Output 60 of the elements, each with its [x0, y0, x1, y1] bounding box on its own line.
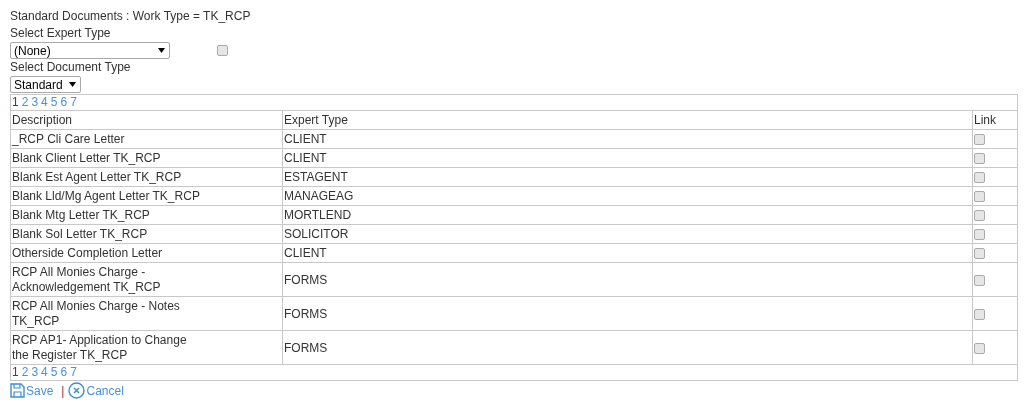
table-cell: Blank Lld/Mg Agent Letter TK_RCP	[11, 187, 283, 206]
table-cell: Otherside Completion Letter	[11, 244, 283, 263]
table-cell: RCP All Monies Charge - Notes TK_RCP	[11, 297, 283, 331]
page-link[interactable]: 7	[70, 95, 77, 109]
table-cell: FORMS	[283, 331, 973, 364]
cancel-icon	[68, 382, 86, 399]
page-link[interactable]: 4	[41, 95, 48, 109]
table-cell: ESTAGENT	[283, 168, 973, 187]
table-cell: FORMS	[283, 297, 973, 331]
table-cell: FORMS	[283, 263, 973, 297]
save-icon	[10, 383, 25, 398]
page-link[interactable]: 1	[12, 365, 19, 379]
cancel-button[interactable]: Cancel	[68, 382, 124, 399]
column-header: Expert Type	[283, 111, 973, 130]
link-checkbox[interactable]	[974, 210, 985, 221]
table-cell: CLIENT	[283, 244, 973, 263]
table-cell: CLIENT	[283, 130, 973, 149]
link-checkbox[interactable]	[974, 191, 985, 202]
page-link[interactable]: 6	[60, 365, 68, 379]
link-checkbox[interactable]	[974, 342, 985, 354]
table-cell: Blank Sol Letter TK_RCP	[11, 225, 283, 244]
link-checkbox[interactable]	[974, 248, 985, 259]
page-link[interactable]: 2	[21, 95, 29, 109]
table-cell: Blank Client Letter TK_RCP	[11, 149, 283, 168]
document-type-dropdown[interactable]: Standard	[10, 76, 81, 93]
link-checkbox[interactable]	[974, 153, 985, 164]
expert-type-dropdown[interactable]: (None)	[10, 42, 170, 59]
field-label: Select Expert Type	[10, 25, 112, 42]
table-cell: CLIENT	[283, 149, 973, 168]
table-cell: Blank Est Agent Letter TK_RCP	[11, 168, 283, 187]
column-header: Description	[11, 111, 283, 130]
page-link[interactable]: 5	[50, 95, 58, 109]
page-link[interactable]: 7	[70, 365, 77, 379]
column-header: Link	[973, 111, 1017, 130]
page-link[interactable]: 3	[31, 365, 39, 379]
page-link[interactable]: 6	[60, 95, 68, 109]
caret-icon	[158, 48, 165, 53]
link-checkbox[interactable]	[974, 229, 985, 240]
page-link[interactable]: 2	[21, 365, 29, 379]
link-checkbox[interactable]	[974, 172, 985, 183]
checkbox[interactable]	[217, 45, 228, 56]
table-cell: Blank Mtg Letter TK_RCP	[11, 206, 283, 225]
table-cell: RCP AP1- Application to Change the Register TK_RCP	[11, 331, 283, 364]
caret-icon	[68, 82, 76, 87]
page-link[interactable]: 5	[50, 365, 58, 379]
save-button[interactable]: Save	[10, 383, 54, 398]
page-link[interactable]: 4	[41, 365, 48, 379]
link-checkbox[interactable]	[974, 134, 985, 145]
page-link[interactable]: 1	[12, 95, 19, 109]
link-checkbox[interactable]	[974, 308, 985, 320]
separator: |	[61, 383, 65, 398]
table-cell: RCP All Monies Charge - Acknowledgement TK_RCP	[11, 263, 283, 297]
table-cell: MANAGEAG	[283, 187, 973, 206]
table-cell: SOLICITOR	[283, 225, 973, 244]
page-link[interactable]: 3	[31, 95, 39, 109]
table-cell: MORTLEND	[283, 206, 973, 225]
field-label: Select Document Type	[10, 59, 132, 76]
link-checkbox[interactable]	[974, 274, 985, 286]
table-cell: _RCP Cli Care Letter	[11, 130, 283, 149]
page-heading: Standard Documents : Work Type = TK_RCP	[10, 8, 252, 25]
